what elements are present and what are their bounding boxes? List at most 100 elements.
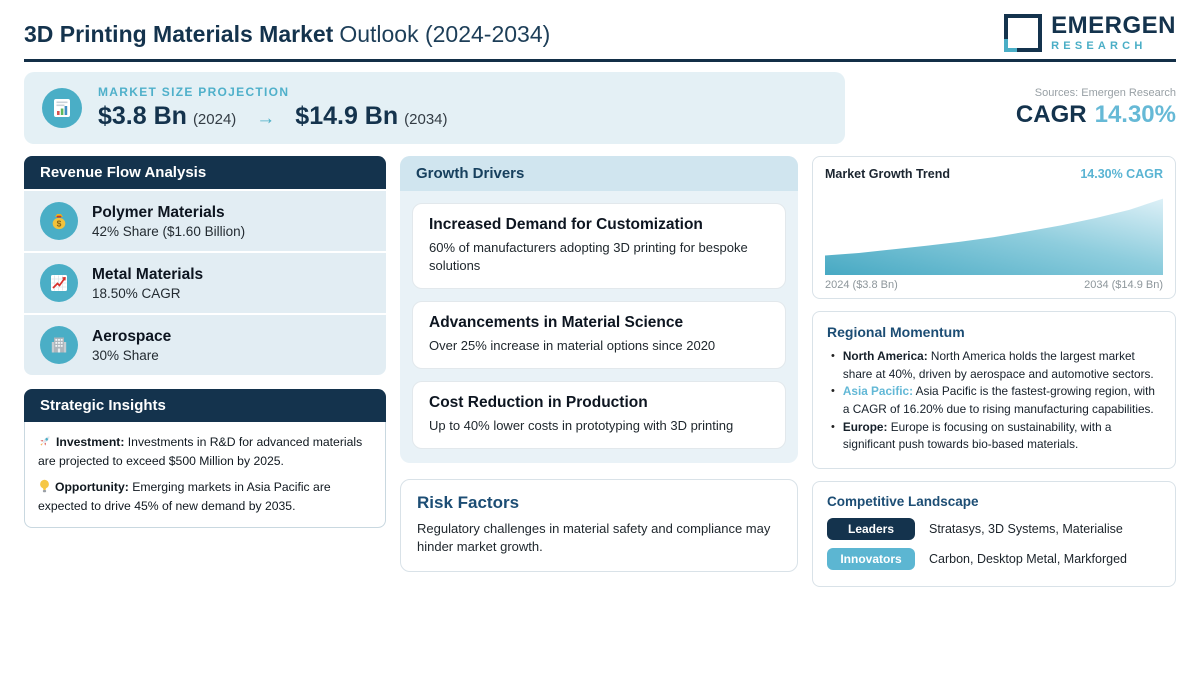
innovators-companies: Carbon, Desktop Metal, Markforged bbox=[929, 552, 1128, 567]
driver-text: Over 25% increase in material options si… bbox=[429, 337, 716, 353]
revenue-row-text: Aerospace 30% Share bbox=[92, 328, 171, 363]
cagr-block: Sources: Emergen Research CAGR 14.30% bbox=[845, 72, 1176, 144]
revenue-row-polymer: $ Polymer Materials 42% Share ($1.60 Bil… bbox=[24, 191, 386, 251]
bar-chart-doc-icon bbox=[42, 88, 82, 128]
right-column: Market Growth Trend 14.30% CAGR 2024 ($3 bbox=[812, 156, 1176, 588]
regional-bullet-north-america: North America: North America holds the l… bbox=[827, 348, 1161, 383]
leaders-companies: Stratasys, 3D Systems, Materialise bbox=[929, 522, 1123, 537]
revenue-item-subtitle: 42% Share ($1.60 Billion) bbox=[92, 223, 246, 239]
page-title: 3D Printing Materials Market Outlook (202… bbox=[24, 21, 550, 48]
risk-factors-text: Regulatory challenges in material safety… bbox=[417, 520, 771, 554]
projection-start-value: $3.8 Bn bbox=[98, 102, 187, 130]
cagr-line: CAGR 14.30% bbox=[845, 101, 1176, 129]
logo-subtitle: RESEARCH bbox=[1051, 39, 1147, 52]
area-series bbox=[825, 198, 1163, 275]
trend-title: Market Growth Trend bbox=[825, 167, 951, 181]
regional-lead: North America: bbox=[842, 349, 928, 363]
building-icon bbox=[40, 326, 78, 364]
revenue-row-text: Polymer Materials 42% Share ($1.60 Billi… bbox=[92, 204, 245, 239]
revenue-item-subtitle: 30% Share bbox=[92, 347, 159, 363]
regional-momentum-card: Regional Momentum North America: North A… bbox=[812, 311, 1176, 470]
regional-bullet-text: North America: North America holds the l… bbox=[843, 348, 1161, 383]
strategic-insights-body: Investment: Investments in R&D for advan… bbox=[24, 422, 386, 529]
trend-cagr-badge: 14.30% CAGR bbox=[1080, 167, 1163, 181]
logo-square-icon bbox=[1004, 13, 1043, 52]
bar-chart-doc-icon-svg bbox=[54, 99, 70, 117]
svg-text:$: $ bbox=[57, 219, 62, 229]
building-icon-svg bbox=[51, 337, 67, 353]
market-size-projection-box: MARKET SIZE PROJECTION $3.8 Bn (2024) → … bbox=[24, 72, 845, 144]
page-title-rest: Outlook (2024-2034) bbox=[339, 21, 551, 47]
risk-factors-title: Risk Factors bbox=[417, 492, 520, 512]
main-columns: Revenue Flow Analysis $ Polymer Material… bbox=[24, 156, 1176, 588]
regional-bullet-text: Europe: Europe is focusing on sustainabi… bbox=[843, 419, 1161, 454]
insight-lead: Opportunity: bbox=[55, 479, 129, 494]
chart-up-icon bbox=[40, 264, 78, 302]
infographic-page: 3D Printing Materials Market Outlook (202… bbox=[0, 0, 1200, 700]
competitive-row-leaders: Leaders Stratasys, 3D Systems, Materiali… bbox=[827, 518, 1161, 541]
strategic-insights-panel: Strategic Insights Investment: Investmen… bbox=[24, 389, 386, 529]
money-bag-icon-svg: $ bbox=[52, 214, 66, 230]
revenue-flow-header: Revenue Flow Analysis bbox=[24, 156, 386, 189]
header: 3D Printing Materials Market Outlook (202… bbox=[24, 0, 1176, 62]
driver-text: Up to 40% lower costs in prototyping wit… bbox=[429, 417, 734, 433]
trend-label-end: 2034 ($14.9 Bn) bbox=[1084, 279, 1163, 291]
revenue-item-subtitle: 18.50% CAGR bbox=[92, 285, 181, 301]
logo-corner-accent bbox=[1004, 38, 1018, 52]
money-bag-icon: $ bbox=[40, 202, 78, 240]
projection-values: $3.8 Bn (2024) → $14.9 Bn (2034) bbox=[98, 102, 448, 131]
regional-lead: Asia Pacific: bbox=[842, 384, 914, 399]
revenue-row-metal: Metal Materials 18.50% CAGR bbox=[24, 253, 386, 313]
cagr-label: CAGR bbox=[1015, 101, 1087, 128]
chart-up-icon-svg bbox=[51, 275, 67, 291]
revenue-row-text: Metal Materials 18.50% CAGR bbox=[92, 266, 203, 301]
innovators-badge: Innovators bbox=[827, 548, 915, 571]
market-growth-trend-card: Market Growth Trend 14.30% CAGR 2024 ($3 bbox=[812, 156, 1176, 299]
insight-opportunity: Opportunity: Emerging markets in Asia Pa… bbox=[38, 479, 372, 516]
regional-bullet-asia-pacific: Asia Pacific: Asia Pacific is the fastes… bbox=[827, 383, 1161, 418]
arrow-right-icon: → bbox=[256, 108, 276, 129]
bulb-icon bbox=[38, 479, 51, 498]
driver-text: 60% of manufacturers adopting 3D printin… bbox=[429, 240, 748, 273]
logo-text: EMERGEN RESEARCH bbox=[1051, 13, 1176, 52]
driver-card-cost-reduction: Cost Reduction in Production Up to 40% l… bbox=[412, 380, 786, 449]
projection-end-year: (2034) bbox=[404, 111, 448, 128]
growth-drivers-header: Growth Drivers bbox=[400, 156, 798, 191]
emergen-logo: EMERGEN RESEARCH bbox=[1004, 13, 1176, 56]
strategic-insights-header: Strategic Insights bbox=[24, 389, 386, 422]
growth-drivers-panel: Growth Drivers Increased Demand for Cust… bbox=[400, 156, 798, 463]
middle-column: Growth Drivers Increased Demand for Cust… bbox=[400, 156, 798, 587]
competitive-row-innovators: Innovators Carbon, Desktop Metal, Markfo… bbox=[827, 548, 1161, 571]
trend-card-header: Market Growth Trend 14.30% CAGR bbox=[825, 167, 1163, 181]
driver-card-material-science: Advancements in Material Science Over 25… bbox=[412, 300, 786, 369]
left-column: Revenue Flow Analysis $ Polymer Material… bbox=[24, 156, 386, 587]
projection-start-year: (2024) bbox=[192, 111, 237, 128]
driver-card-customization: Increased Demand for Customization 60% o… bbox=[412, 203, 786, 289]
projection-label: MARKET SIZE PROJECTION bbox=[98, 85, 290, 99]
trend-axis-labels: 2024 ($3.8 Bn) 2034 ($14.9 Bn) bbox=[825, 279, 1163, 291]
projection-text-block: MARKET SIZE PROJECTION $3.8 Bn (2024) → … bbox=[98, 85, 448, 131]
regional-bullet-text: Asia Pacific: Asia Pacific is the fastes… bbox=[843, 383, 1161, 418]
growth-area-chart bbox=[825, 198, 1163, 275]
insight-lead: Investment: bbox=[56, 435, 125, 449]
trend-label-start: 2024 ($3.8 Bn) bbox=[825, 279, 898, 291]
revenue-item-title: Metal Materials bbox=[92, 265, 204, 283]
revenue-item-title: Aerospace bbox=[92, 327, 172, 345]
regional-lead: Europe: bbox=[842, 419, 888, 434]
revenue-row-aerospace: Aerospace 30% Share bbox=[24, 315, 386, 375]
risk-factors-card: Risk Factors Regulatory challenges in ma… bbox=[400, 478, 798, 573]
regional-bullet-europe: Europe: Europe is focusing on sustainabi… bbox=[827, 419, 1161, 454]
driver-title: Advancements in Material Science bbox=[429, 313, 684, 331]
insight-investment: Investment: Investments in R&D for advan… bbox=[38, 434, 372, 471]
revenue-item-title: Polymer Materials bbox=[92, 203, 225, 221]
sources-note: Sources: Emergen Research bbox=[1034, 87, 1176, 99]
rocket-icon bbox=[38, 434, 52, 453]
market-size-projection-row: MARKET SIZE PROJECTION $3.8 Bn (2024) → … bbox=[24, 72, 1176, 144]
driver-title: Cost Reduction in Production bbox=[429, 393, 648, 411]
projection-end-value: $14.9 Bn bbox=[295, 102, 399, 130]
competitive-landscape-card: Competitive Landscape Leaders Stratasys,… bbox=[812, 481, 1176, 588]
leaders-badge: Leaders bbox=[827, 518, 915, 541]
regional-momentum-title: Regional Momentum bbox=[827, 324, 965, 340]
competitive-landscape-title: Competitive Landscape bbox=[827, 494, 979, 510]
revenue-flow-panel: Revenue Flow Analysis $ Polymer Material… bbox=[24, 156, 386, 375]
